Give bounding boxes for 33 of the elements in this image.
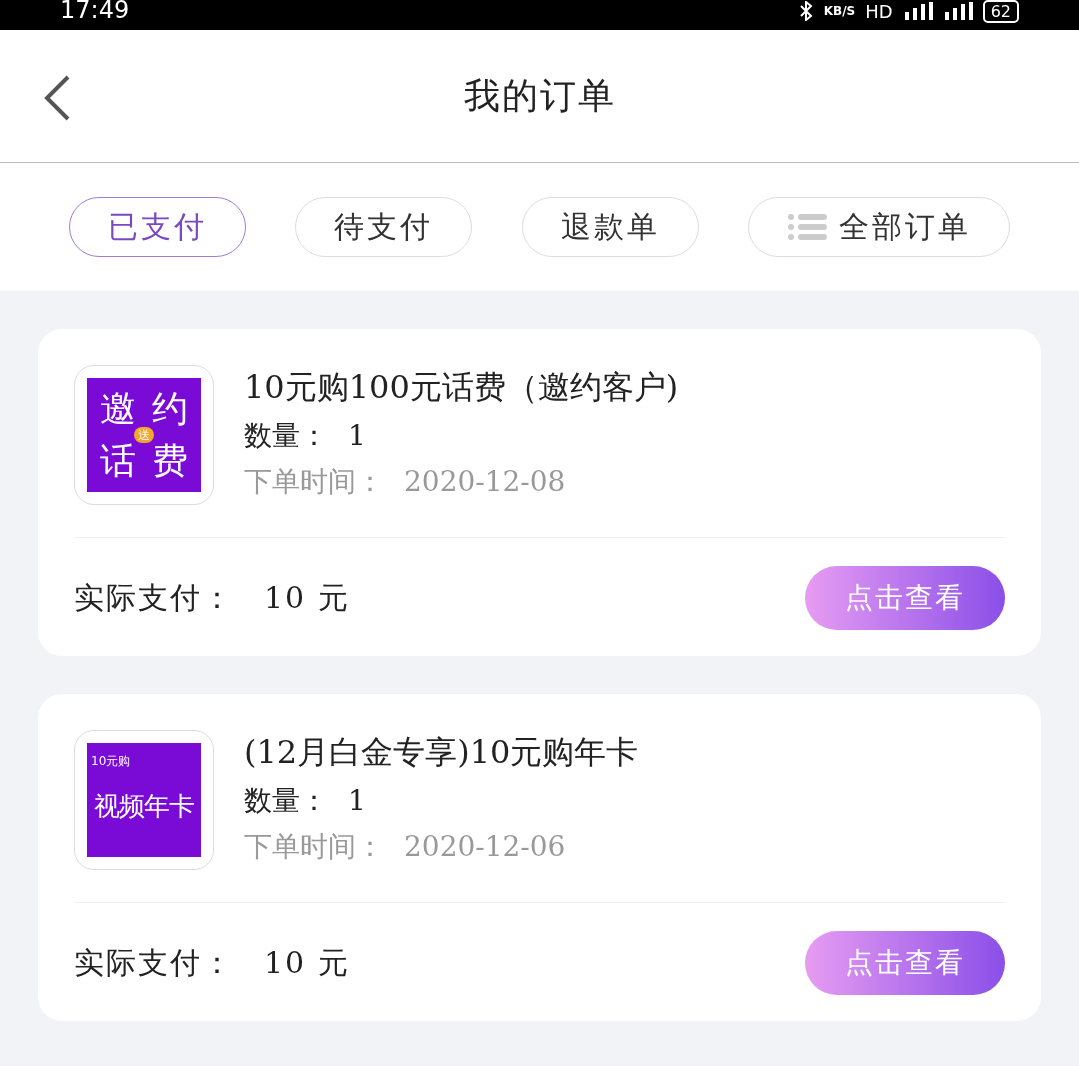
thumbnail-badge: 送 <box>134 427 154 443</box>
filter-tab[interactable]: 已支付 <box>68 197 246 257</box>
back-icon[interactable] <box>42 74 72 122</box>
order-date-label: 下单时间： <box>244 464 384 500</box>
battery-indicator: 62 <box>982 0 1019 23</box>
order-date: 2020-12-08 <box>404 464 566 500</box>
order-date-label: 下单时间： <box>244 829 384 865</box>
quantity-label: 数量： <box>244 418 328 454</box>
signal-icon <box>902 2 933 20</box>
quantity-label: 数量： <box>244 783 328 819</box>
paid-amount: 10 元 <box>264 578 350 617</box>
filter-tab[interactable]: 待支付 <box>295 197 473 257</box>
thumbnail-text: 视频年卡 <box>94 789 194 823</box>
paid-label: 实际支付： <box>74 578 234 617</box>
thumbnail-caption: 10元购 <box>91 753 131 770</box>
thumbnail-text: 邀约 <box>100 391 204 427</box>
network-speed-unit: KB/S <box>823 4 856 18</box>
filter-tab[interactable]: 退款单 <box>521 197 699 257</box>
thumbnail-text: 话费 <box>100 443 204 479</box>
page-title: 我的订单 <box>463 73 616 118</box>
paid-amount: 10 元 <box>264 943 350 982</box>
product-title: (12月白金专享)10元购年卡 <box>244 732 639 773</box>
status-time: 17:49 <box>60 0 130 24</box>
quantity-value: 1 <box>348 783 366 819</box>
filter-tab[interactable]: 全部订单 <box>748 197 1011 257</box>
order-date: 2020-12-06 <box>404 829 566 865</box>
paid-label: 实际支付： <box>74 943 234 982</box>
quantity-value: 1 <box>348 418 366 454</box>
product-title: 10元购100元话费（邀约客户) <box>244 367 679 408</box>
signal-icon <box>942 2 973 20</box>
list-icon <box>787 213 828 241</box>
bluetooth-icon <box>797 1 814 21</box>
network-label: HD <box>865 0 893 22</box>
